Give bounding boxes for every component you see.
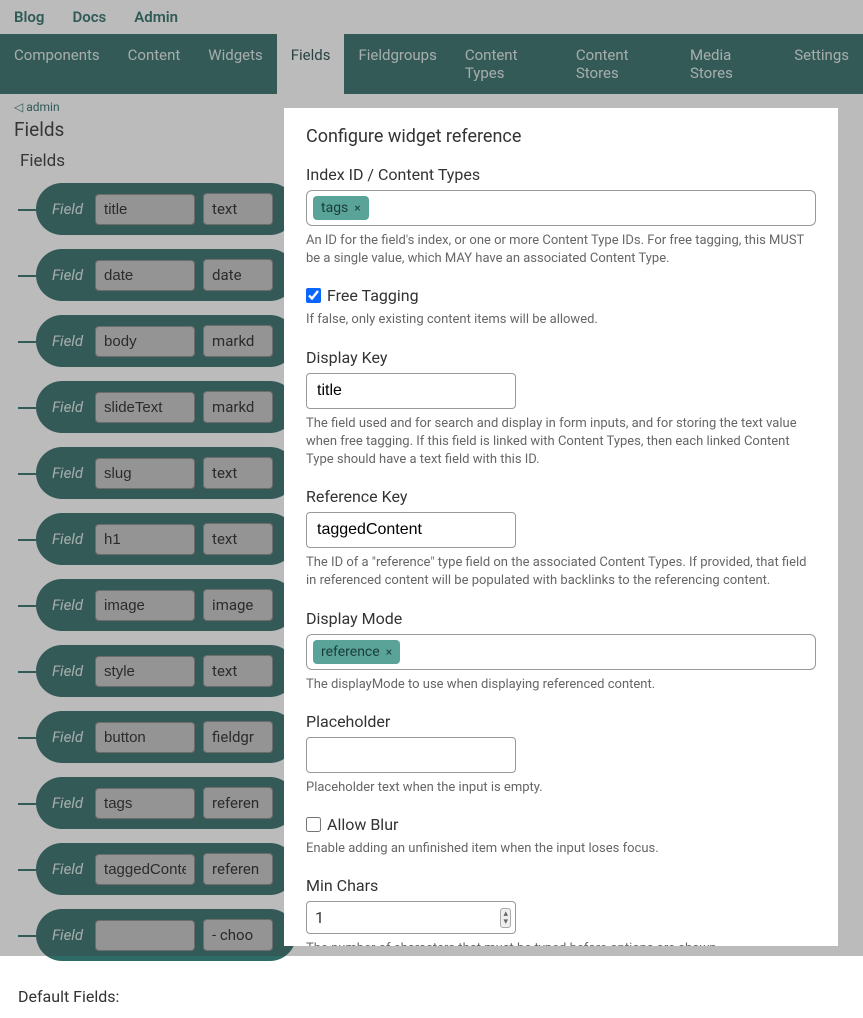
- placeholder-help: Placeholder text when the input is empty…: [306, 779, 816, 797]
- index-id-help: An ID for the field's index, or one or m…: [306, 232, 816, 268]
- placeholder-label: Placeholder: [306, 712, 816, 731]
- reference-key-label: Reference Key: [306, 487, 816, 506]
- tag-chip-label: reference: [321, 644, 380, 660]
- display-mode-help: The displayMode to use when displaying r…: [306, 676, 816, 694]
- index-id-input[interactable]: tags ×: [306, 190, 816, 226]
- display-key-help: The field used and for search and displa…: [306, 415, 816, 470]
- default-fields-label: Default Fields:: [0, 975, 863, 1018]
- allow-blur-help: Enable adding an unfinished item when th…: [306, 840, 816, 858]
- display-mode-label: Display Mode: [306, 609, 816, 628]
- reference-key-input[interactable]: [306, 512, 516, 548]
- free-tagging-label: Free Tagging: [327, 286, 419, 305]
- min-chars-help: The number of characters that must be ty…: [306, 940, 816, 946]
- allow-blur-label: Allow Blur: [327, 815, 398, 834]
- display-key-input[interactable]: [306, 373, 516, 409]
- tag-chip: reference ×: [313, 640, 400, 664]
- remove-tag-icon[interactable]: ×: [354, 201, 360, 215]
- index-id-label: Index ID / Content Types: [306, 165, 816, 184]
- reference-key-help: The ID of a "reference" type field on th…: [306, 554, 816, 590]
- remove-tag-icon[interactable]: ×: [386, 645, 392, 659]
- free-tagging-help: If false, only existing content items wi…: [306, 311, 816, 329]
- tag-chip: tags ×: [313, 196, 369, 220]
- tag-chip-label: tags: [321, 200, 348, 216]
- display-mode-input[interactable]: reference ×: [306, 634, 816, 670]
- allow-blur-checkbox[interactable]: [306, 817, 321, 832]
- modal-title: Configure widget reference: [306, 126, 816, 147]
- min-chars-input[interactable]: 1 ▴▾: [306, 901, 516, 934]
- free-tagging-checkbox[interactable]: [306, 288, 321, 303]
- number-stepper-icon[interactable]: ▴▾: [500, 908, 511, 928]
- min-chars-value: 1: [315, 908, 324, 927]
- configure-widget-modal: Configure widget reference Index ID / Co…: [284, 108, 838, 946]
- display-key-label: Display Key: [306, 348, 816, 367]
- min-chars-label: Min Chars: [306, 876, 816, 895]
- placeholder-input[interactable]: [306, 737, 516, 773]
